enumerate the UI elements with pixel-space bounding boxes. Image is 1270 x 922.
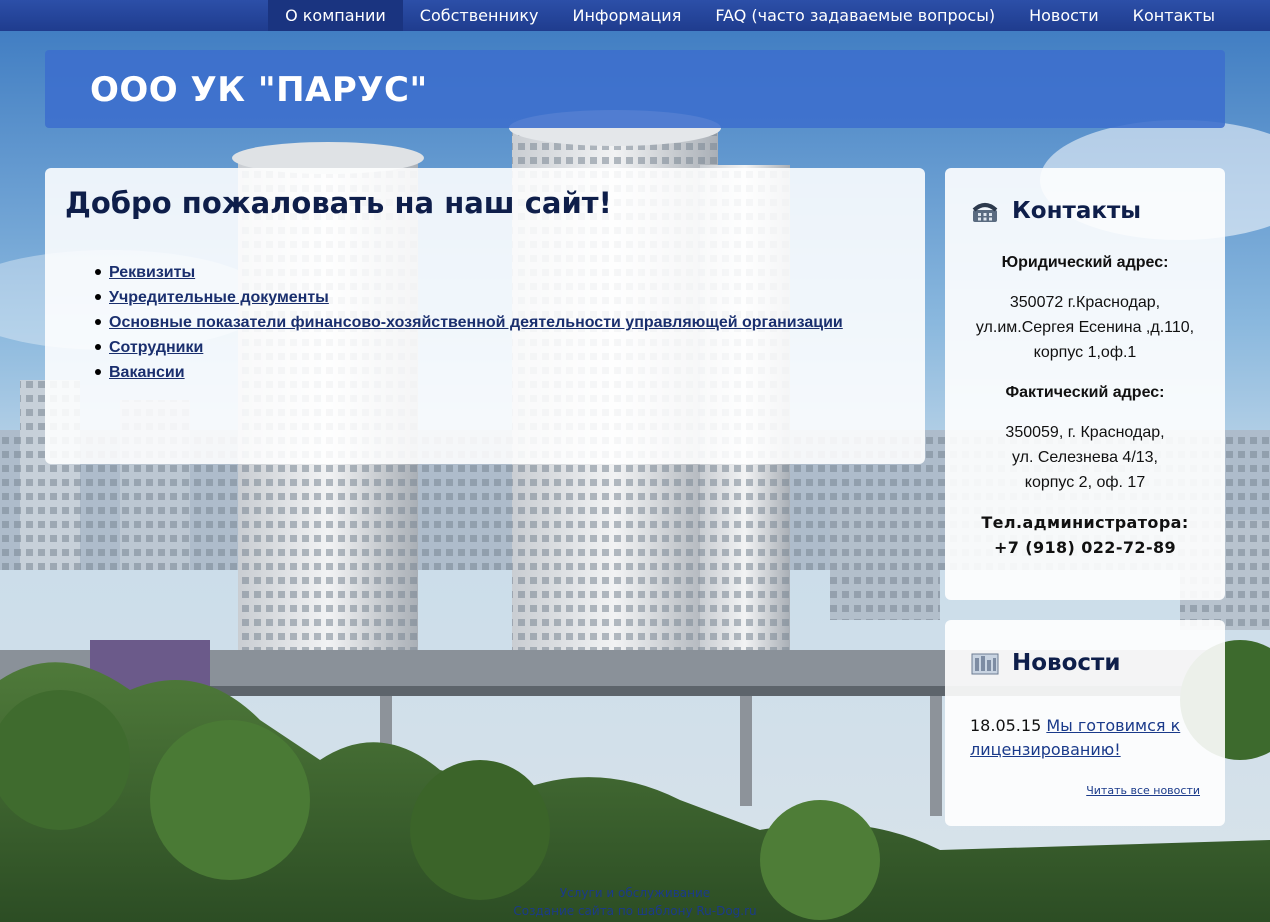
contacts-heading: Контакты bbox=[970, 198, 1141, 224]
link-requisites[interactable]: Реквизиты bbox=[109, 264, 195, 281]
welcome-panel: Добро пожаловать на наш сайт! Реквизиты … bbox=[45, 168, 925, 464]
link-vacancies[interactable]: Вакансии bbox=[109, 364, 185, 381]
nav-item-information[interactable]: Информация bbox=[555, 0, 698, 31]
nav-item-contacts[interactable]: Контакты bbox=[1116, 0, 1232, 31]
actual-address-line: корпус 2, оф. 17 bbox=[1024, 474, 1146, 491]
footer: Услуги и обслуживание Создание сайта по … bbox=[0, 884, 1270, 920]
list-item: Основные показатели финансово-хозяйствен… bbox=[95, 310, 905, 335]
legal-address-label: Юридический адрес: bbox=[1001, 254, 1169, 271]
nav-item-news[interactable]: Новости bbox=[1012, 0, 1116, 31]
list-item: Вакансии bbox=[95, 360, 905, 385]
news-title: Новости bbox=[1012, 650, 1121, 676]
news-date: 18.05.15 bbox=[970, 716, 1042, 735]
actual-address-line: ул. Селезнева 4/13, bbox=[1012, 449, 1158, 466]
list-item: Реквизиты bbox=[95, 260, 905, 285]
link-financial-indicators[interactable]: Основные показатели финансово-хозяйствен… bbox=[109, 314, 843, 331]
news-heading: Новости bbox=[970, 650, 1121, 676]
list-item: Учредительные документы bbox=[95, 285, 905, 310]
actual-address-line: 350059, г. Краснодар, bbox=[1005, 424, 1165, 441]
phone-icon bbox=[972, 203, 998, 222]
nav-item-owner[interactable]: Собственнику bbox=[403, 0, 556, 31]
actual-address-label: Фактический адрес: bbox=[1005, 384, 1165, 401]
news-item: 18.05.15 Мы готовимся к лицензированию! bbox=[970, 714, 1210, 762]
link-founding-documents[interactable]: Учредительные документы bbox=[109, 289, 329, 306]
legal-address-line: корпус 1,оф.1 bbox=[1033, 344, 1137, 361]
footer-line[interactable]: Создание сайта по шаблону Ru-Dog.ru bbox=[0, 902, 1270, 920]
contacts-title: Контакты bbox=[1012, 198, 1142, 224]
page-title: Добро пожаловать на наш сайт! bbox=[65, 186, 612, 220]
news-panel: Новости 18.05.15 Мы готовимся к лицензир… bbox=[945, 620, 1225, 826]
link-staff[interactable]: Сотрудники bbox=[109, 339, 203, 356]
read-all-news-link[interactable]: Читать все новости bbox=[1086, 784, 1200, 797]
top-navigation: О компании Собственнику Информация FAQ (… bbox=[0, 0, 1270, 31]
site-header: ООО УК "ПАРУС" bbox=[45, 50, 1225, 128]
admin-phone-label: Тел.администратора: bbox=[981, 513, 1189, 532]
footer-line[interactable]: Услуги и обслуживание bbox=[0, 884, 1270, 902]
nav-item-about[interactable]: О компании bbox=[268, 0, 403, 31]
company-links-list: Реквизиты Учредительные документы Основн… bbox=[65, 260, 905, 385]
admin-phone-number: +7 (918) 022-72-89 bbox=[993, 538, 1177, 557]
legal-address-line: ул.им.Сергея Есенина ,д.110, bbox=[975, 319, 1195, 336]
list-item: Сотрудники bbox=[95, 335, 905, 360]
nav-item-faq[interactable]: FAQ (часто задаваемые вопросы) bbox=[698, 0, 1012, 31]
contacts-panel: Контакты Юридический адрес: 350072 г.Кра… bbox=[945, 168, 1225, 600]
site-title[interactable]: ООО УК "ПАРУС" bbox=[90, 70, 428, 110]
contacts-info: Юридический адрес: 350072 г.Краснодар, у… bbox=[945, 250, 1225, 560]
newspaper-icon bbox=[971, 653, 999, 675]
legal-address-line: 350072 г.Краснодар, bbox=[1009, 294, 1161, 311]
